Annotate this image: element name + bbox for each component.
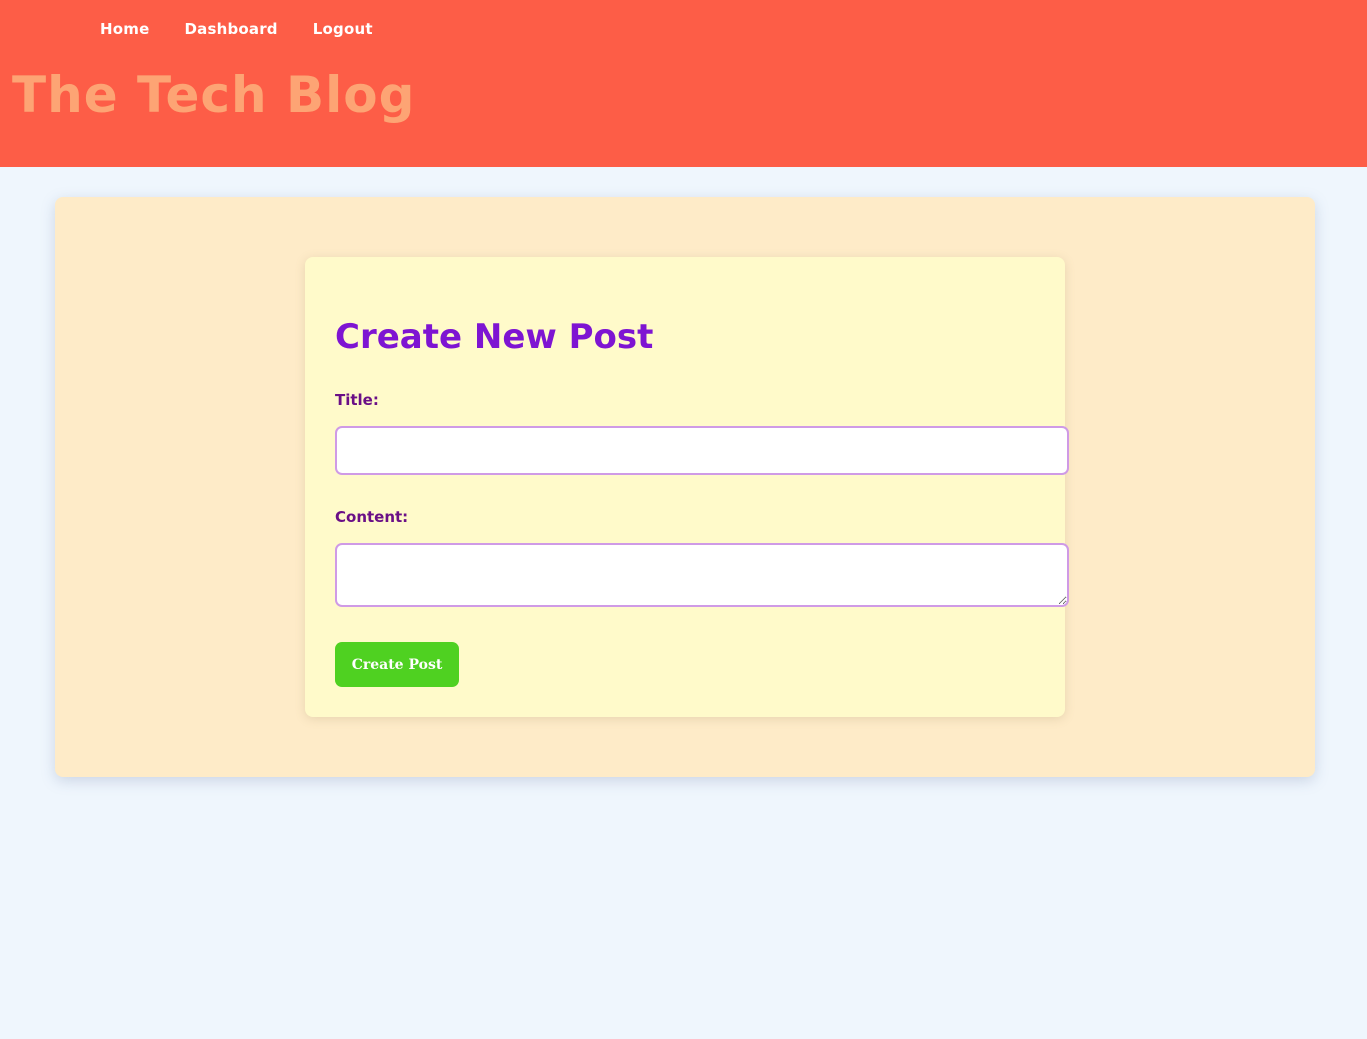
content-textarea[interactable] <box>335 543 1069 607</box>
content-label: Content: <box>335 508 409 526</box>
nav-link-logout[interactable]: Logout <box>313 18 373 40</box>
title-input[interactable] <box>335 426 1069 475</box>
main-nav: Home Dashboard Logout <box>100 18 408 40</box>
site-header: Home Dashboard Logout The Tech Blog <box>0 0 1367 167</box>
site-title: The Tech Blog <box>12 66 416 124</box>
title-label: Title: <box>335 391 379 409</box>
nav-link-dashboard[interactable]: Dashboard <box>184 18 277 40</box>
create-post-button[interactable]: Create Post <box>335 642 459 687</box>
form-heading: Create New Post <box>335 317 654 357</box>
nav-link-home[interactable]: Home <box>100 18 149 40</box>
